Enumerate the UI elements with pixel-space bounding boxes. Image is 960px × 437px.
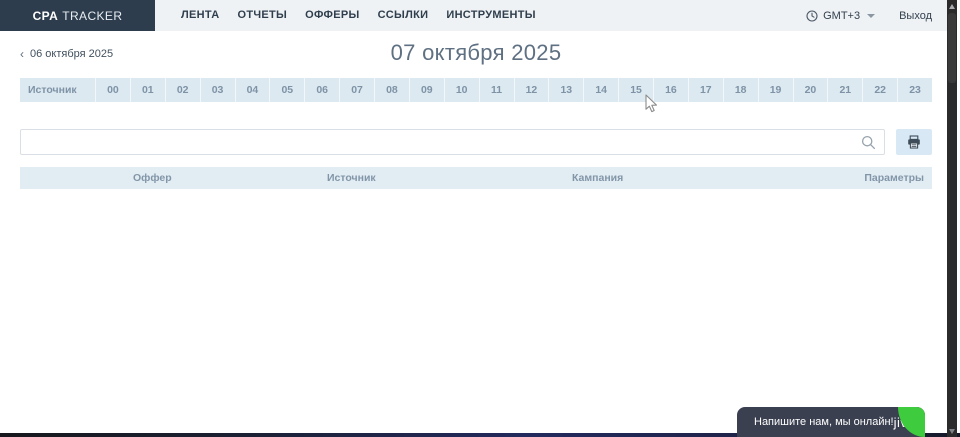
top-navbar: CPA TRACKER ЛЕНТА ОТЧЕТЫ ОФФЕРЫ ССЫЛКИ И… xyxy=(0,0,952,31)
hour-cell-20[interactable]: 20 xyxy=(793,78,828,102)
hour-cell-11[interactable]: 11 xyxy=(479,78,514,102)
scroll-down-arrow[interactable] xyxy=(947,425,957,437)
vertical-scrollbar[interactable] xyxy=(947,0,957,437)
search-input[interactable] xyxy=(21,130,884,154)
hours-source-label: Источник xyxy=(20,78,95,102)
menu-item-lenta[interactable]: ЛЕНТА xyxy=(172,0,228,31)
chat-message: Напишите нам, мы онлайн! xyxy=(737,416,894,428)
brand-bold-text: CPA xyxy=(33,9,59,23)
menu-item-ssylki[interactable]: ССЫЛКИ xyxy=(369,0,438,31)
menu-item-instrumenty[interactable]: ИНСТРУМЕНТЫ xyxy=(437,0,545,31)
hour-cell-08[interactable]: 08 xyxy=(374,78,409,102)
hour-cell-19[interactable]: 19 xyxy=(758,78,793,102)
hour-cell-16[interactable]: 16 xyxy=(653,78,688,102)
date-navigation-row: 07 октября 2025 ‹ 06 октября 2025 xyxy=(0,40,952,70)
table-header-source: Источник xyxy=(327,172,572,184)
chevron-down-icon xyxy=(867,14,875,18)
hour-cell-14[interactable]: 14 xyxy=(583,78,618,102)
hour-cell-07[interactable]: 07 xyxy=(339,78,374,102)
search-box xyxy=(20,129,885,155)
chevron-left-icon: ‹ xyxy=(20,48,24,60)
hour-cell-05[interactable]: 05 xyxy=(269,78,304,102)
hour-cell-10[interactable]: 10 xyxy=(444,78,479,102)
hour-cell-09[interactable]: 09 xyxy=(409,78,444,102)
navbar-right: GMT+3 Выход xyxy=(806,0,952,31)
hour-cell-23[interactable]: 23 xyxy=(897,78,932,102)
menu-item-otchety[interactable]: ОТЧЕТЫ xyxy=(228,0,296,31)
search-row xyxy=(20,129,932,155)
main-menu: ЛЕНТА ОТЧЕТЫ ОФФЕРЫ ССЫЛКИ ИНСТРУМЕНТЫ xyxy=(172,0,545,31)
timezone-label: GMT+3 xyxy=(823,10,860,22)
scrollbar-thumb[interactable] xyxy=(948,13,956,83)
brand-logo[interactable]: CPA TRACKER xyxy=(0,0,155,31)
table-header-offer: Оффер xyxy=(133,172,327,184)
hour-cell-22[interactable]: 22 xyxy=(862,78,897,102)
table-header-row: Оффер Источник Кампания Параметры xyxy=(20,167,932,189)
logout-button[interactable]: Выход xyxy=(899,10,932,22)
table-header-campaign: Кампания xyxy=(572,172,852,184)
hour-cell-13[interactable]: 13 xyxy=(548,78,583,102)
timezone-selector[interactable]: GMT+3 xyxy=(806,10,875,22)
hour-cell-03[interactable]: 03 xyxy=(200,78,235,102)
clock-icon xyxy=(806,10,818,22)
print-icon xyxy=(907,135,921,149)
hour-cell-21[interactable]: 21 xyxy=(827,78,862,102)
prev-date-label: 06 октября 2025 xyxy=(30,48,113,60)
hour-cell-17[interactable]: 17 xyxy=(688,78,723,102)
hour-cell-01[interactable]: 01 xyxy=(130,78,165,102)
menu-item-offery[interactable]: ОФФЕРЫ xyxy=(296,0,368,31)
brand-rest-text: TRACKER xyxy=(62,9,122,23)
hour-cell-00[interactable]: 00 xyxy=(95,78,130,102)
print-button[interactable] xyxy=(896,129,932,155)
hour-cell-02[interactable]: 02 xyxy=(165,78,200,102)
hour-cell-04[interactable]: 04 xyxy=(235,78,270,102)
prev-date-link[interactable]: ‹ 06 октября 2025 xyxy=(20,48,113,60)
hour-cell-15[interactable]: 15 xyxy=(618,78,653,102)
chat-widget[interactable]: Напишите нам, мы онлайн! jivo xyxy=(737,407,925,437)
hours-header-row: Источник 00 01 02 03 04 05 06 07 08 09 1… xyxy=(20,78,932,102)
hour-cell-18[interactable]: 18 xyxy=(723,78,758,102)
hour-cell-06[interactable]: 06 xyxy=(304,78,339,102)
table-header-params: Параметры xyxy=(852,172,932,184)
search-icon[interactable] xyxy=(861,135,876,155)
scroll-up-arrow[interactable] xyxy=(947,0,957,12)
page-title: 07 октября 2025 xyxy=(0,40,952,66)
hour-cell-12[interactable]: 12 xyxy=(514,78,549,102)
app-screen: CPA TRACKER ЛЕНТА ОТЧЕТЫ ОФФЕРЫ ССЫЛКИ И… xyxy=(0,0,960,437)
jivo-leaf-icon xyxy=(898,407,925,437)
